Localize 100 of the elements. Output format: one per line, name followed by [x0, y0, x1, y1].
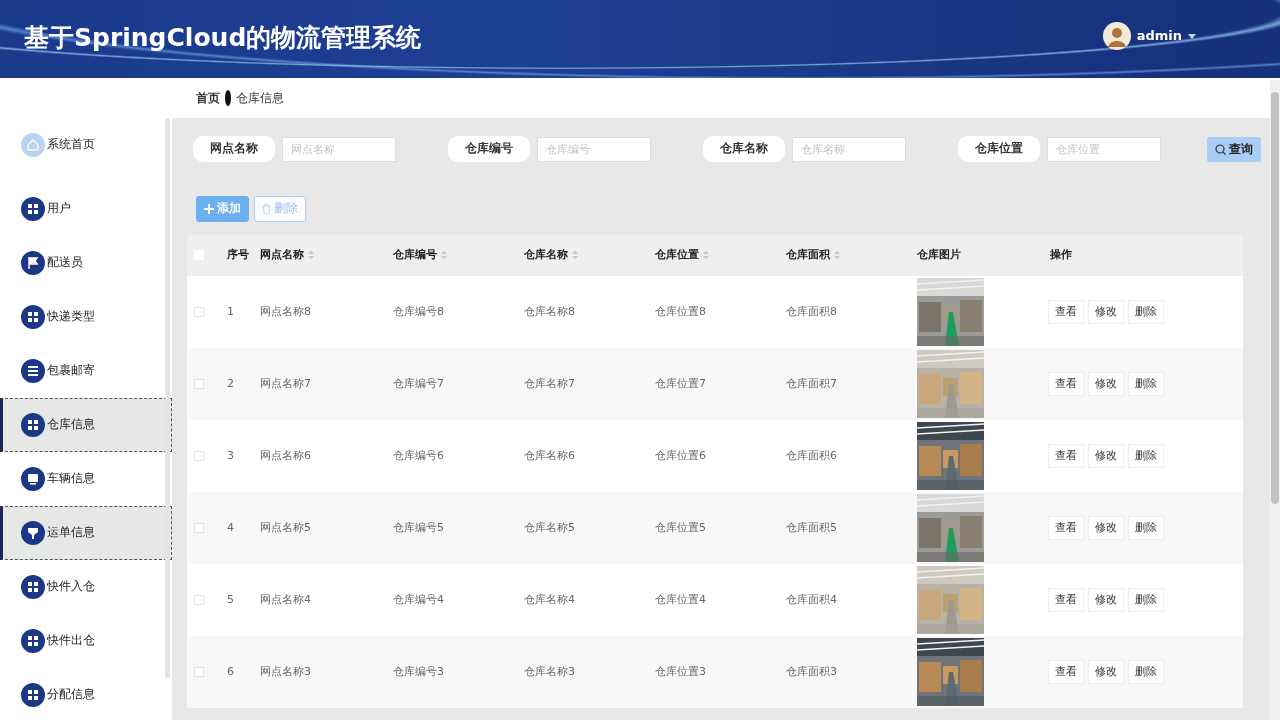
table-cell-text: 仓库面积3 — [786, 663, 838, 680]
table-cell-text: 3 — [227, 447, 235, 464]
table-cell-text: 仓库位置3 — [655, 663, 707, 680]
column-header[interactable]: 仓库编号 — [393, 246, 437, 264]
column-header: 仓库图片 — [917, 246, 961, 263]
table-cell-text: 1 — [227, 303, 235, 320]
sidebar-item[interactable]: 用户 — [0, 182, 172, 236]
app-title: 基于SpringCloud的物流管理系统 — [23, 22, 422, 54]
view-button[interactable]: 查看 — [1048, 444, 1084, 468]
table-cell-text: 仓库编号3 — [393, 663, 445, 680]
field-label: 仓库名称 — [703, 136, 785, 162]
view-button[interactable]: 查看 — [1048, 300, 1084, 324]
delete-button[interactable]: 删除 — [1128, 588, 1164, 612]
table-cell-text: 网点名称7 — [260, 375, 312, 392]
grid-icon — [21, 197, 45, 221]
sort-icon[interactable] — [834, 250, 840, 260]
grid-icon — [21, 575, 45, 599]
sidebar-item[interactable]: 快件入仓 — [0, 560, 172, 614]
list-icon — [21, 359, 45, 383]
row-checkbox[interactable] — [194, 667, 204, 677]
table-cell-text: 仓库面积5 — [786, 519, 838, 536]
row-checkbox[interactable] — [194, 523, 204, 533]
field-label: 仓库位置 — [958, 136, 1040, 162]
table-cell-text: 网点名称5 — [260, 519, 312, 536]
search-button[interactable]: 查询 — [1207, 136, 1261, 162]
view-button[interactable]: 查看 — [1048, 516, 1084, 540]
delete-button[interactable]: 删除 — [1128, 516, 1164, 540]
table-cell-text: 仓库名称5 — [524, 519, 576, 536]
table-cell-text: 网点名称3 — [260, 663, 312, 680]
sidebar-item[interactable]: 包裹邮寄 — [0, 344, 172, 398]
edit-button[interactable]: 修改 — [1088, 300, 1124, 324]
table-cell-text: 仓库位置5 — [655, 519, 707, 536]
edit-button[interactable]: 修改 — [1088, 372, 1124, 396]
search-icon — [1215, 143, 1226, 155]
edit-button[interactable]: 修改 — [1088, 588, 1124, 612]
funnel-icon — [21, 521, 45, 545]
sidebar-item[interactable]: 快递类型 — [0, 290, 172, 344]
sort-icon[interactable] — [308, 250, 314, 260]
sidebar-item[interactable]: 快件出仓 — [0, 614, 172, 668]
grid-icon — [21, 413, 45, 437]
sidebar-item[interactable]: 配送员 — [0, 236, 172, 290]
scrollbar-thumb[interactable] — [1271, 92, 1279, 504]
delete-button[interactable]: 删除 — [1128, 300, 1164, 324]
grid-icon — [21, 683, 45, 707]
row-checkbox[interactable] — [194, 379, 204, 389]
sidebar-item[interactable]: 分配信息 — [0, 668, 172, 720]
sidebar-item[interactable]: 运单信息 — [0, 506, 172, 560]
table-cell-text: 6 — [227, 663, 235, 680]
table-cell-text: 仓库位置8 — [655, 303, 707, 320]
avatar-icon[interactable] — [1102, 22, 1131, 50]
row-checkbox[interactable] — [194, 595, 204, 605]
table-cell-text: 2 — [227, 375, 235, 392]
sort-icon[interactable] — [441, 250, 447, 260]
sidebar-item[interactable]: 车辆信息 — [0, 452, 172, 506]
table-cell-text: 仓库编号5 — [393, 519, 445, 536]
table-cell-text: 网点名称6 — [260, 447, 312, 464]
caret-icon[interactable] — [1188, 33, 1196, 39]
plus-icon — [204, 204, 214, 214]
separator-icon — [225, 90, 231, 106]
table-cell-text: 5 — [227, 591, 235, 608]
table-cell-text: 仓库位置4 — [655, 591, 707, 608]
column-header[interactable]: 仓库位置 — [655, 246, 699, 264]
column-header[interactable]: 仓库面积 — [786, 246, 830, 264]
field-label: 网点名称 — [193, 136, 275, 162]
scrollbar[interactable] — [165, 118, 170, 678]
home-icon — [21, 133, 45, 157]
row-checkbox[interactable] — [194, 451, 204, 461]
view-button[interactable]: 查看 — [1048, 372, 1084, 396]
delete-button[interactable]: 删除 — [1128, 372, 1164, 396]
edit-button[interactable]: 修改 — [1088, 516, 1124, 540]
column-header: 序号 — [227, 246, 249, 263]
table-cell-text: 仓库编号4 — [393, 591, 445, 608]
monitor-icon — [21, 467, 45, 491]
edit-button[interactable]: 修改 — [1088, 444, 1124, 468]
breadcrumb-item[interactable]: 首页 — [196, 89, 220, 107]
table-cell-text: 仓库编号8 — [393, 303, 445, 320]
edit-button[interactable]: 修改 — [1088, 660, 1124, 684]
table-cell-text: 仓库面积6 — [786, 447, 838, 464]
scrollbar[interactable] — [1270, 80, 1280, 720]
field-label: 仓库编号 — [448, 136, 530, 162]
view-button[interactable]: 查看 — [1048, 660, 1084, 684]
column-header[interactable]: 网点名称 — [260, 246, 304, 264]
table-cell-text: 仓库名称3 — [524, 663, 576, 680]
sort-icon[interactable] — [703, 250, 709, 260]
sort-icon[interactable] — [572, 250, 578, 260]
column-header[interactable]: 仓库名称 — [524, 246, 568, 264]
table-cell-text: 4 — [227, 519, 235, 536]
delete-button[interactable]: 删除 — [1128, 660, 1164, 684]
delete-button[interactable]: 删除 — [1128, 444, 1164, 468]
table-cell-text: 仓库面积8 — [786, 303, 838, 320]
sidebar-item[interactable]: 系统首页 — [0, 116, 172, 174]
row-checkbox[interactable] — [194, 307, 204, 317]
view-button[interactable]: 查看 — [1048, 588, 1084, 612]
username[interactable]: admin — [1136, 26, 1182, 46]
table-cell-text: 仓库面积4 — [786, 591, 838, 608]
sidebar-item[interactable]: 仓库信息 — [0, 398, 172, 452]
table-cell-text: 仓库编号6 — [393, 447, 445, 464]
table-cell-text: 仓库位置7 — [655, 375, 707, 392]
grid-icon — [21, 629, 45, 653]
breadcrumb-item: 仓库信息 — [236, 90, 284, 107]
